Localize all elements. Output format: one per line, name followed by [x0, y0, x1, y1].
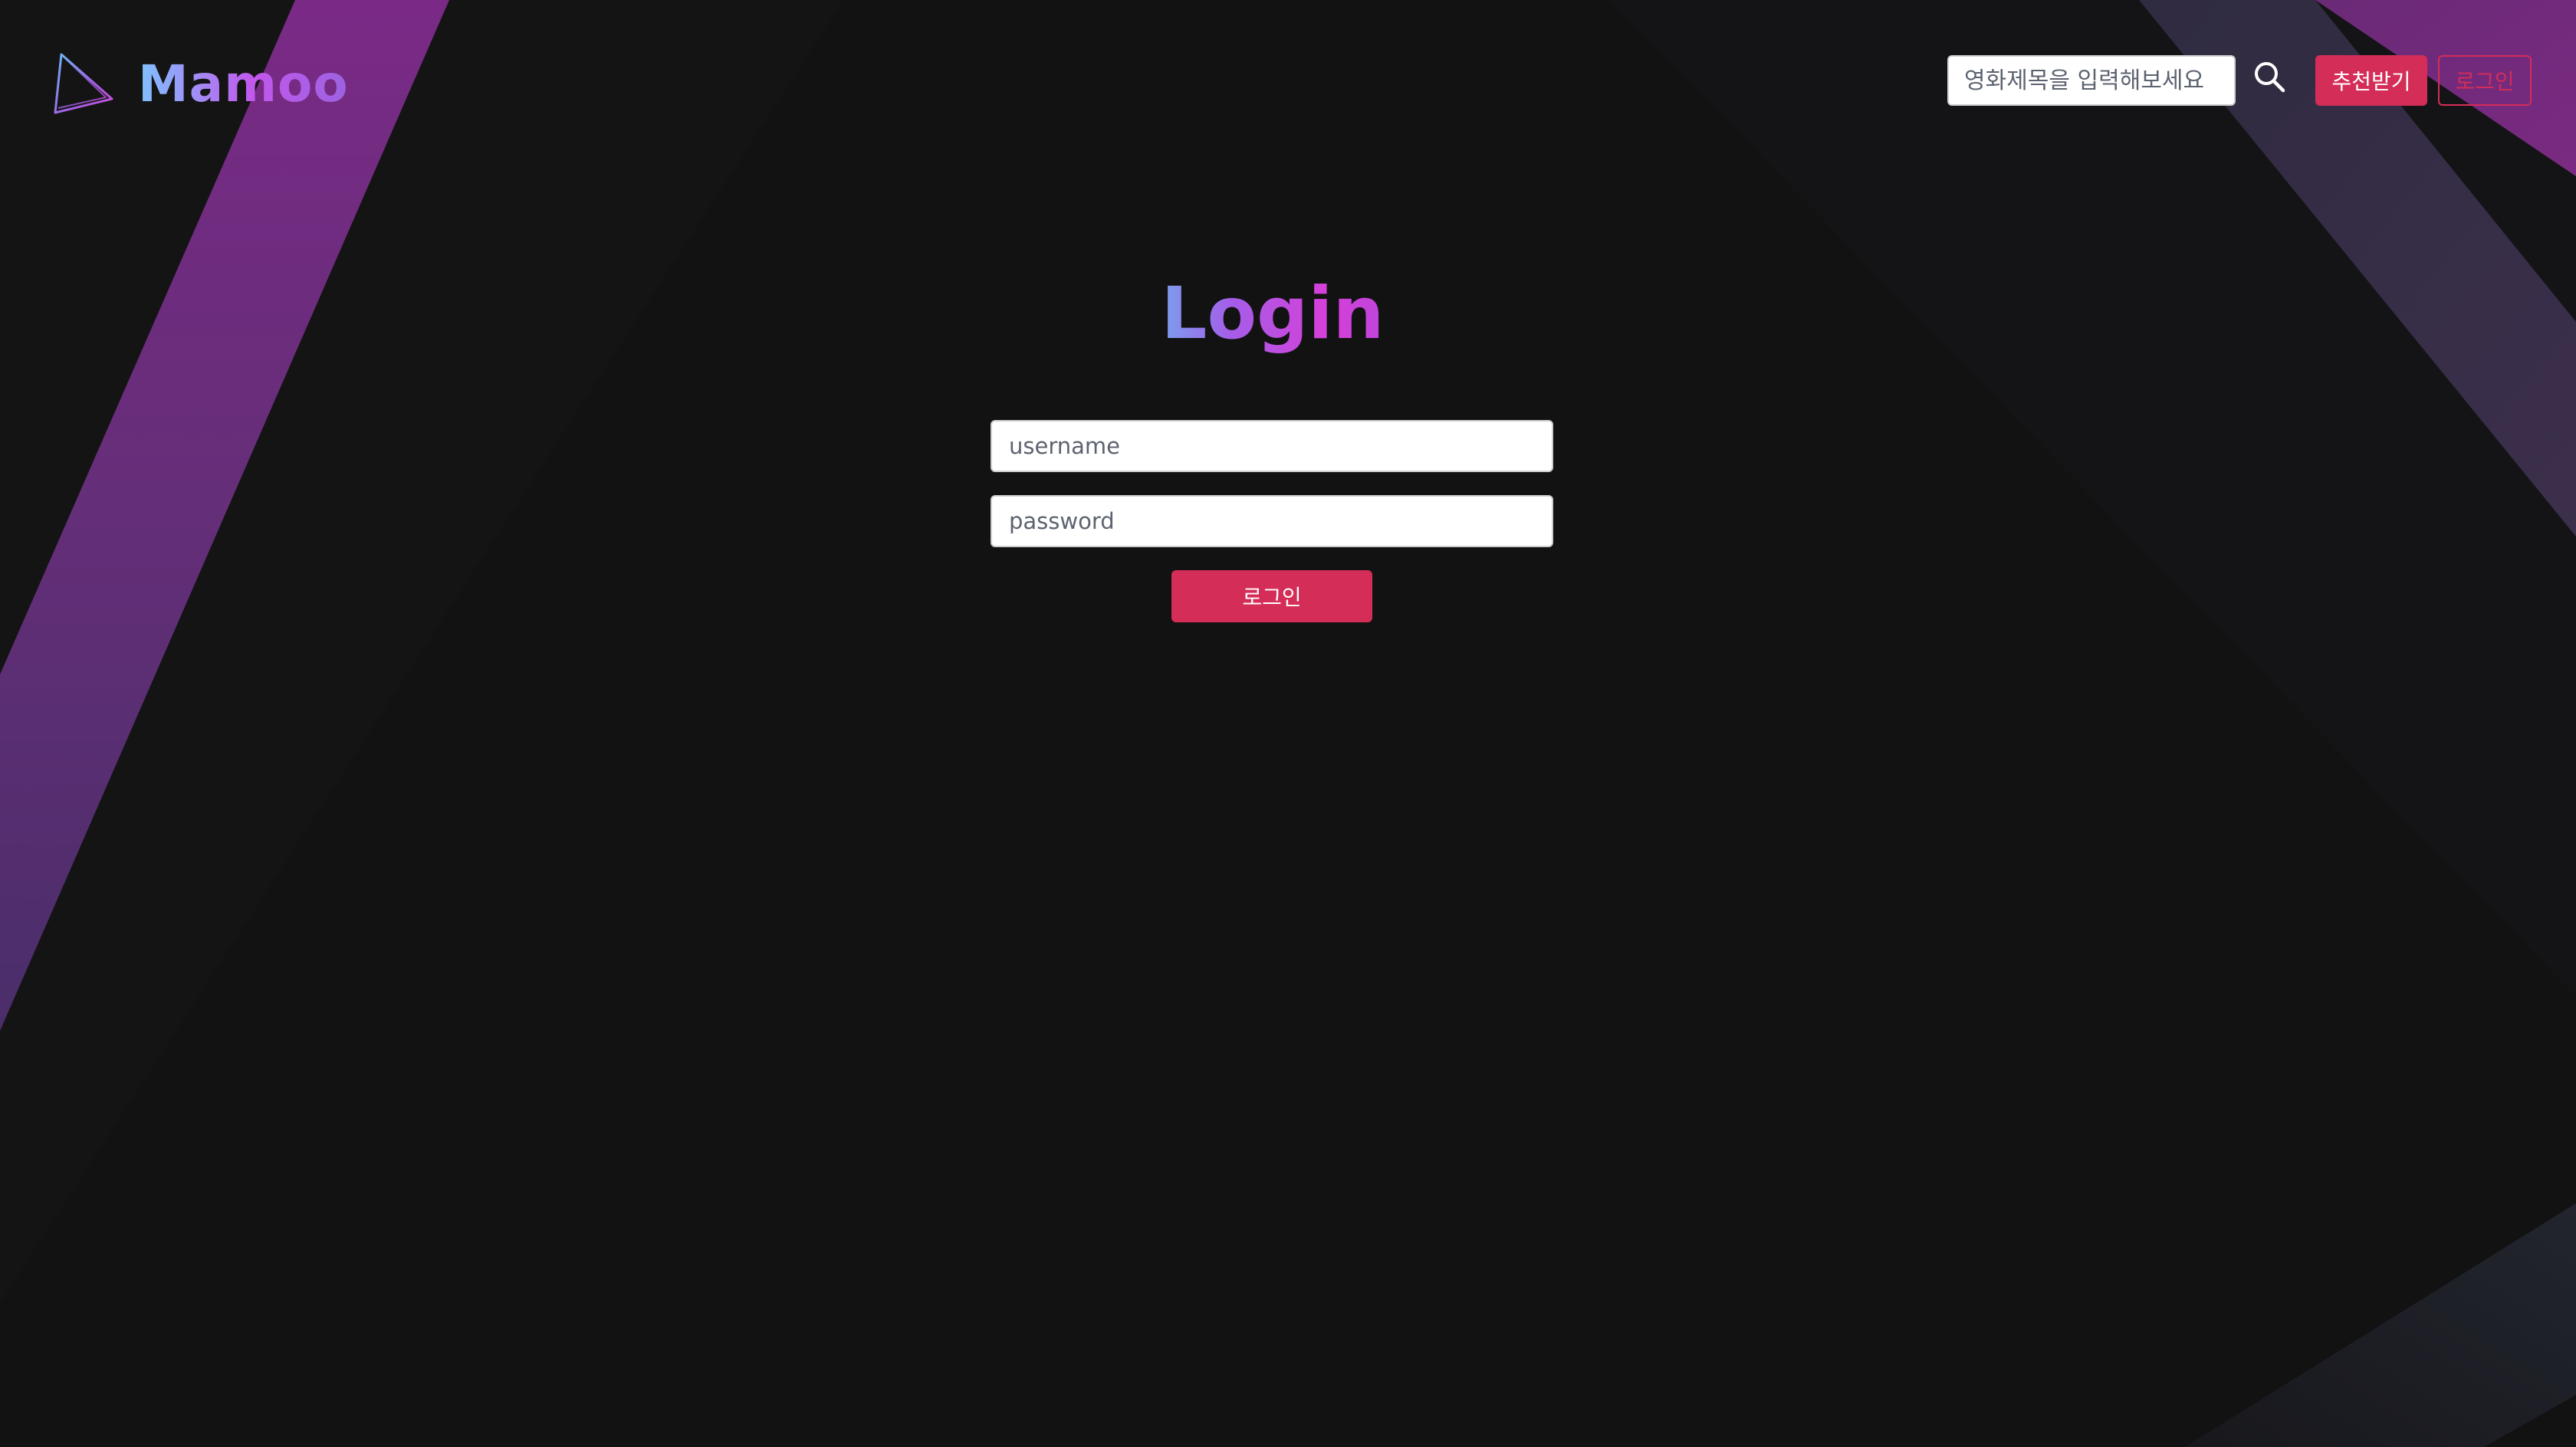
play-triangle-icon: [54, 53, 113, 114]
login-form: 로그인: [991, 420, 1553, 622]
nav-login-button[interactable]: 로그인: [2438, 55, 2532, 106]
brand-link[interactable]: Mamoo: [51, 46, 349, 123]
username-input[interactable]: [991, 420, 1553, 472]
search-icon[interactable]: [2252, 60, 2286, 94]
password-input[interactable]: [991, 495, 1553, 547]
search-input[interactable]: [1947, 55, 2236, 106]
navbar: Mamoo 추천받기 로그인: [0, 0, 2576, 161]
page-title: Login: [1135, 264, 1411, 364]
background-decoration: [0, 0, 2576, 1447]
login-submit-button[interactable]: 로그인: [1171, 570, 1372, 622]
recommend-button[interactable]: 추천받기: [2315, 55, 2427, 106]
brand-name: Mamoo: [138, 46, 349, 123]
